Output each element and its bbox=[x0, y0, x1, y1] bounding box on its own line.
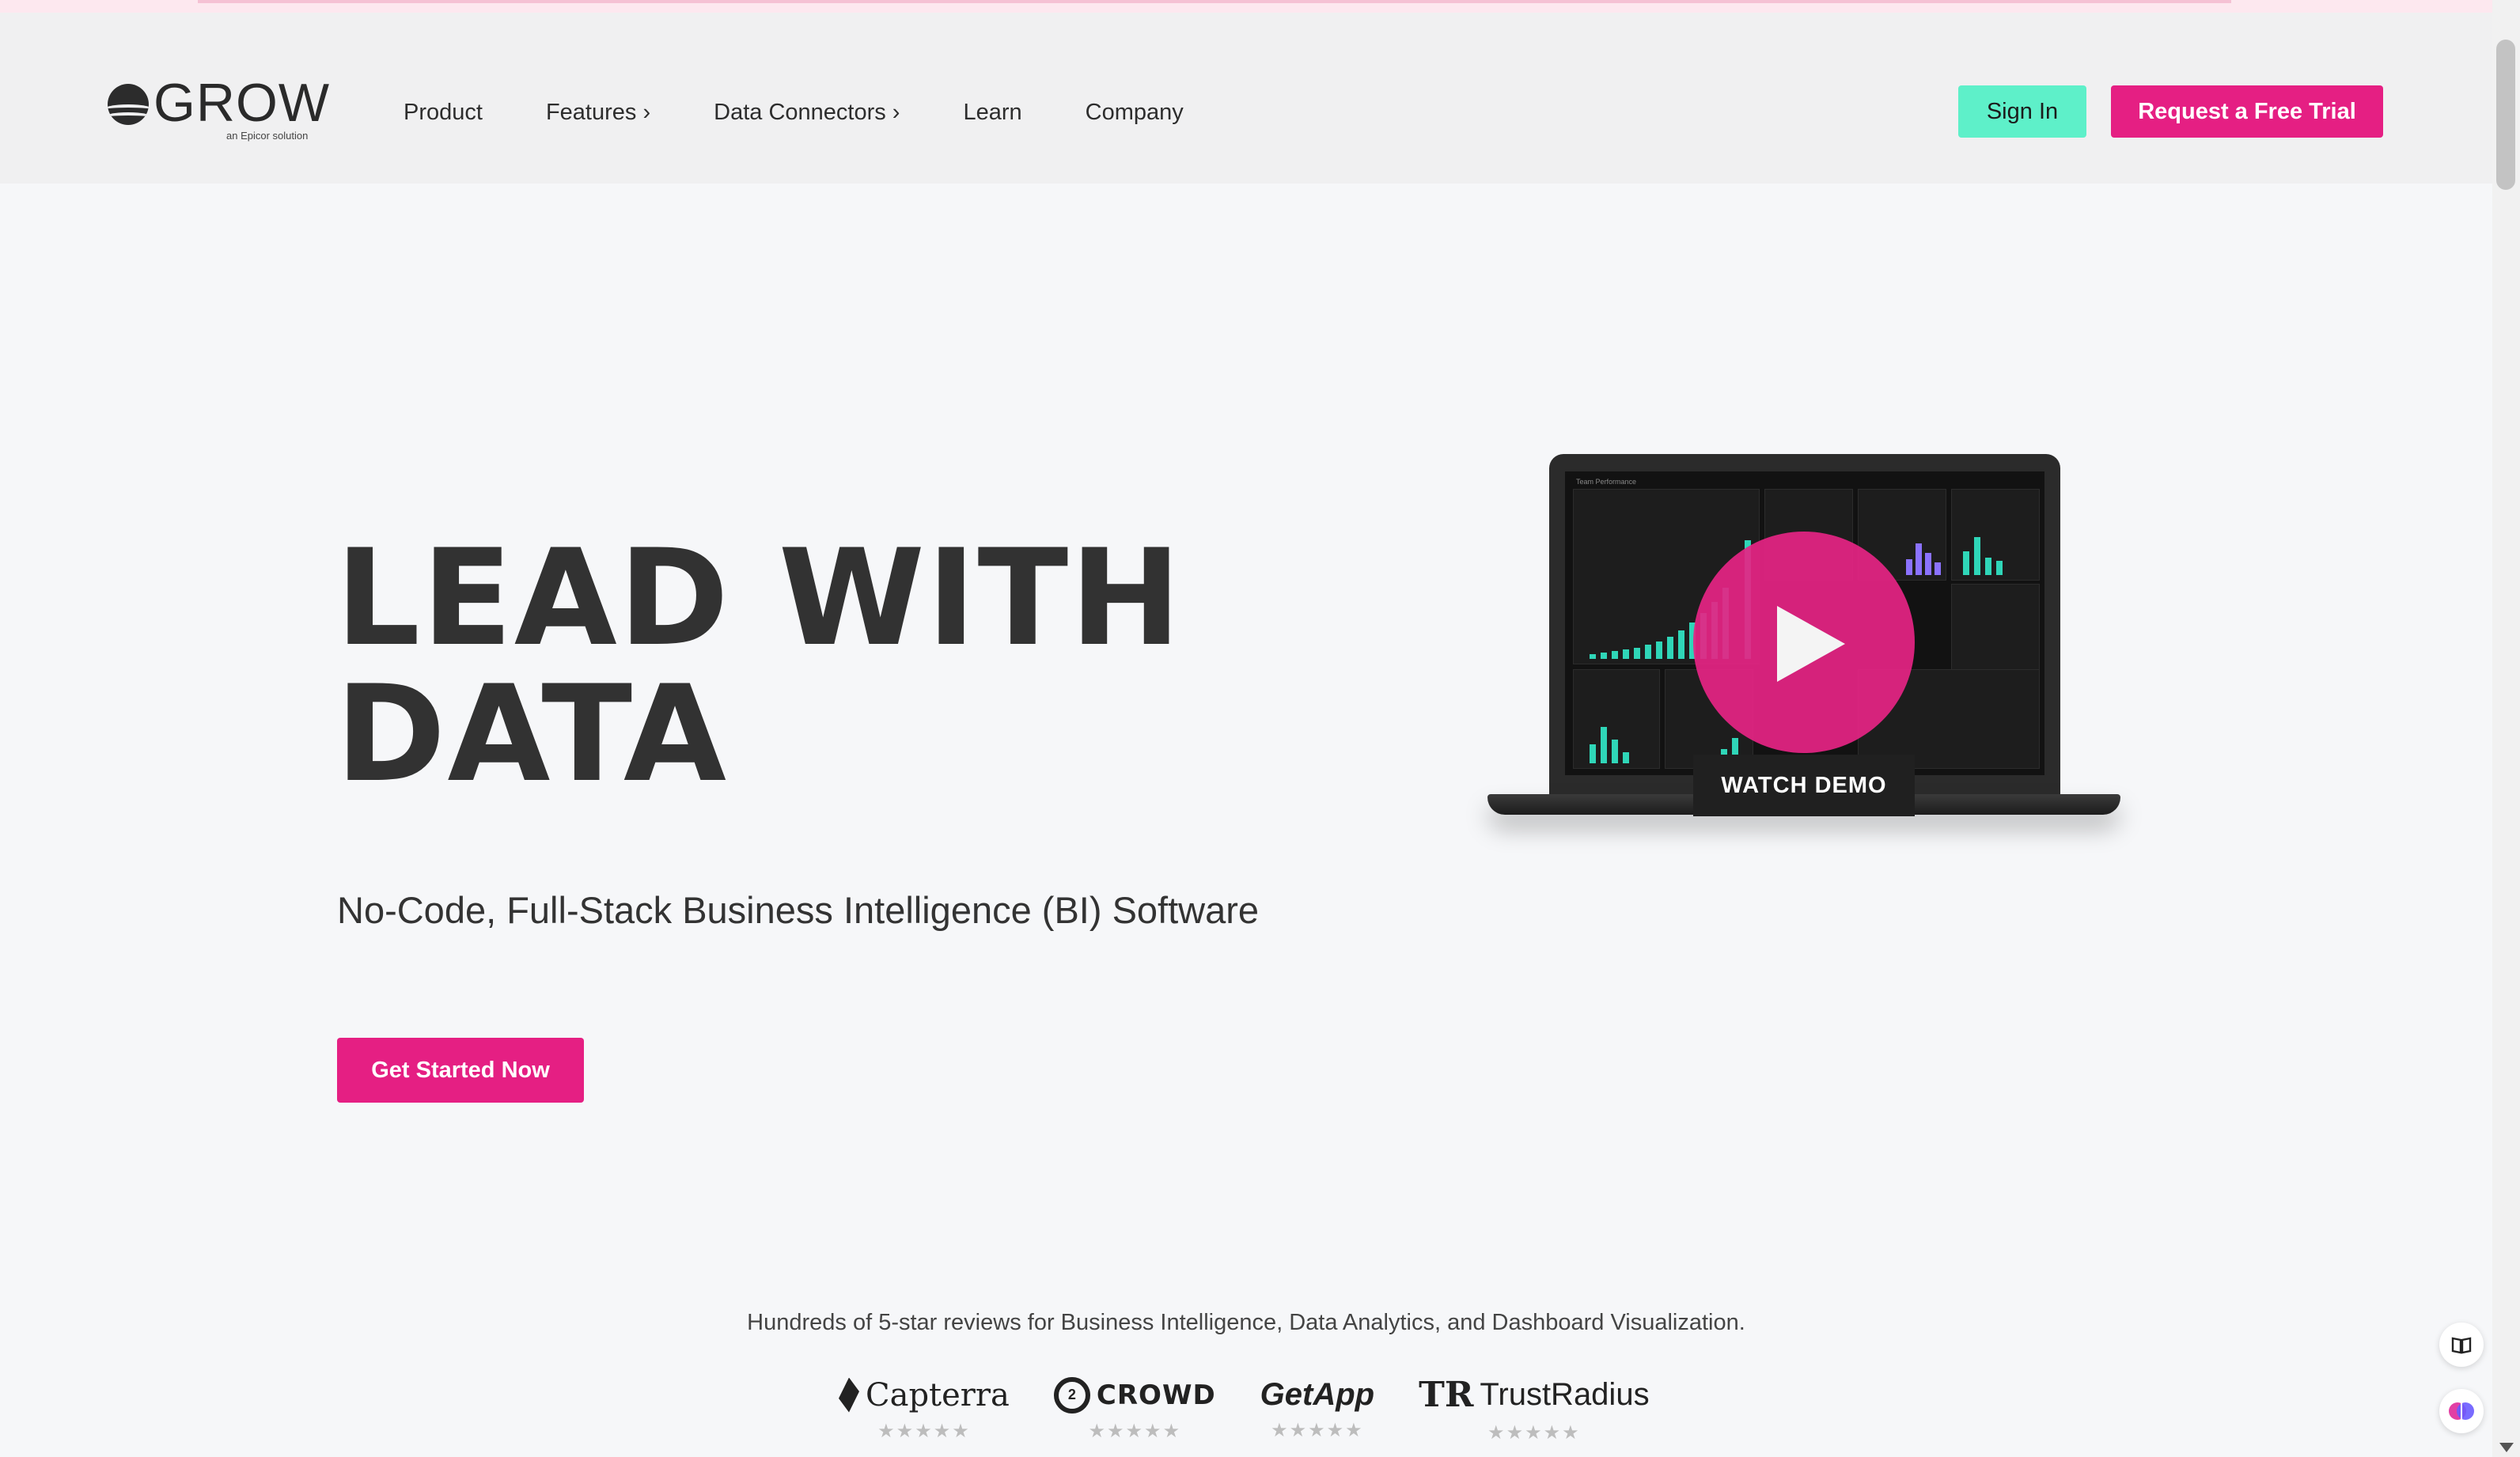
nav-learn[interactable]: Learn bbox=[931, 82, 1053, 142]
hero-title: LEAD WITH DATA bbox=[335, 530, 1183, 802]
nav-product[interactable]: Product bbox=[404, 82, 514, 142]
logo-text: GROW bbox=[153, 73, 331, 133]
nav-data-connectors[interactable]: Data Connectors › bbox=[682, 82, 931, 142]
ai-brain-icon[interactable] bbox=[2439, 1389, 2484, 1433]
nav-company[interactable]: Company bbox=[1054, 82, 1215, 142]
nav-features[interactable]: Features › bbox=[514, 82, 682, 142]
g2-crowd-logo[interactable]: 2 CROWD ★★★★★ bbox=[1053, 1376, 1216, 1443]
scroll-down-icon[interactable] bbox=[2499, 1443, 2514, 1452]
play-button[interactable] bbox=[1693, 532, 1915, 753]
trustradius-icon: TR bbox=[1419, 1375, 1474, 1415]
top-banner-bar bbox=[198, 0, 2231, 3]
hero-subtitle: No-Code, Full-Stack Business Intelligenc… bbox=[337, 889, 1260, 931]
getapp-name: GetApp bbox=[1260, 1377, 1375, 1412]
review-logos: Capterra ★★★★★ 2 CROWD ★★★★★ GetApp ★★★★★… bbox=[839, 1375, 1650, 1444]
capterra-stars: ★★★★★ bbox=[877, 1420, 971, 1442]
hero-title-line1: LEAD WITH bbox=[335, 520, 1183, 676]
dashboard-panel bbox=[1951, 489, 2040, 581]
dashboard-panel bbox=[1951, 584, 2040, 671]
getapp-stars: ★★★★★ bbox=[1271, 1420, 1364, 1441]
reviews-tagline: Hundreds of 5-star reviews for Business … bbox=[747, 1310, 1745, 1335]
sign-in-button[interactable]: Sign In bbox=[1958, 85, 2086, 138]
capterra-icon bbox=[839, 1377, 859, 1413]
play-icon bbox=[1777, 606, 1845, 682]
capterra-name: Capterra bbox=[866, 1376, 1010, 1413]
book-icon[interactable] bbox=[2439, 1323, 2484, 1367]
logo-subtitle: an Epicor solution bbox=[226, 130, 309, 142]
getapp-logo[interactable]: GetApp ★★★★★ bbox=[1260, 1377, 1374, 1442]
watch-demo-label[interactable]: WATCH DEMO bbox=[1693, 755, 1915, 816]
request-trial-button[interactable]: Request a Free Trial bbox=[2111, 85, 2383, 138]
dashboard-title: Team Performance bbox=[1576, 478, 1637, 486]
grow-logo-icon bbox=[108, 84, 149, 125]
g2-crowd-name: CROWD bbox=[1096, 1379, 1216, 1411]
scrollbar[interactable] bbox=[2492, 0, 2520, 1457]
hero-title-line2: DATA bbox=[335, 657, 729, 812]
g2-stars: ★★★★★ bbox=[1088, 1420, 1182, 1442]
top-banner-strip bbox=[0, 0, 2492, 13]
grow-logo[interactable]: GROW an Epicor solution bbox=[108, 71, 329, 142]
main-navigation: Product Features › Data Connectors › Lea… bbox=[404, 82, 1215, 142]
trustradius-stars: ★★★★★ bbox=[1487, 1422, 1581, 1444]
capterra-logo[interactable]: Capterra ★★★★★ bbox=[839, 1377, 1010, 1443]
trustradius-name: TrustRadius bbox=[1480, 1377, 1650, 1412]
demo-video-laptop[interactable]: Team Performance WATCH DEMO bbox=[1487, 452, 2120, 840]
get-started-button[interactable]: Get Started Now bbox=[337, 1038, 584, 1103]
trustradius-logo[interactable]: TR TrustRadius ★★★★★ bbox=[1419, 1375, 1649, 1444]
dashboard-panel bbox=[1573, 669, 1660, 769]
scrollbar-thumb[interactable] bbox=[2496, 40, 2515, 190]
g2-icon: 2 bbox=[1053, 1376, 1090, 1413]
site-header: GROW an Epicor solution Product Features… bbox=[0, 13, 2492, 184]
